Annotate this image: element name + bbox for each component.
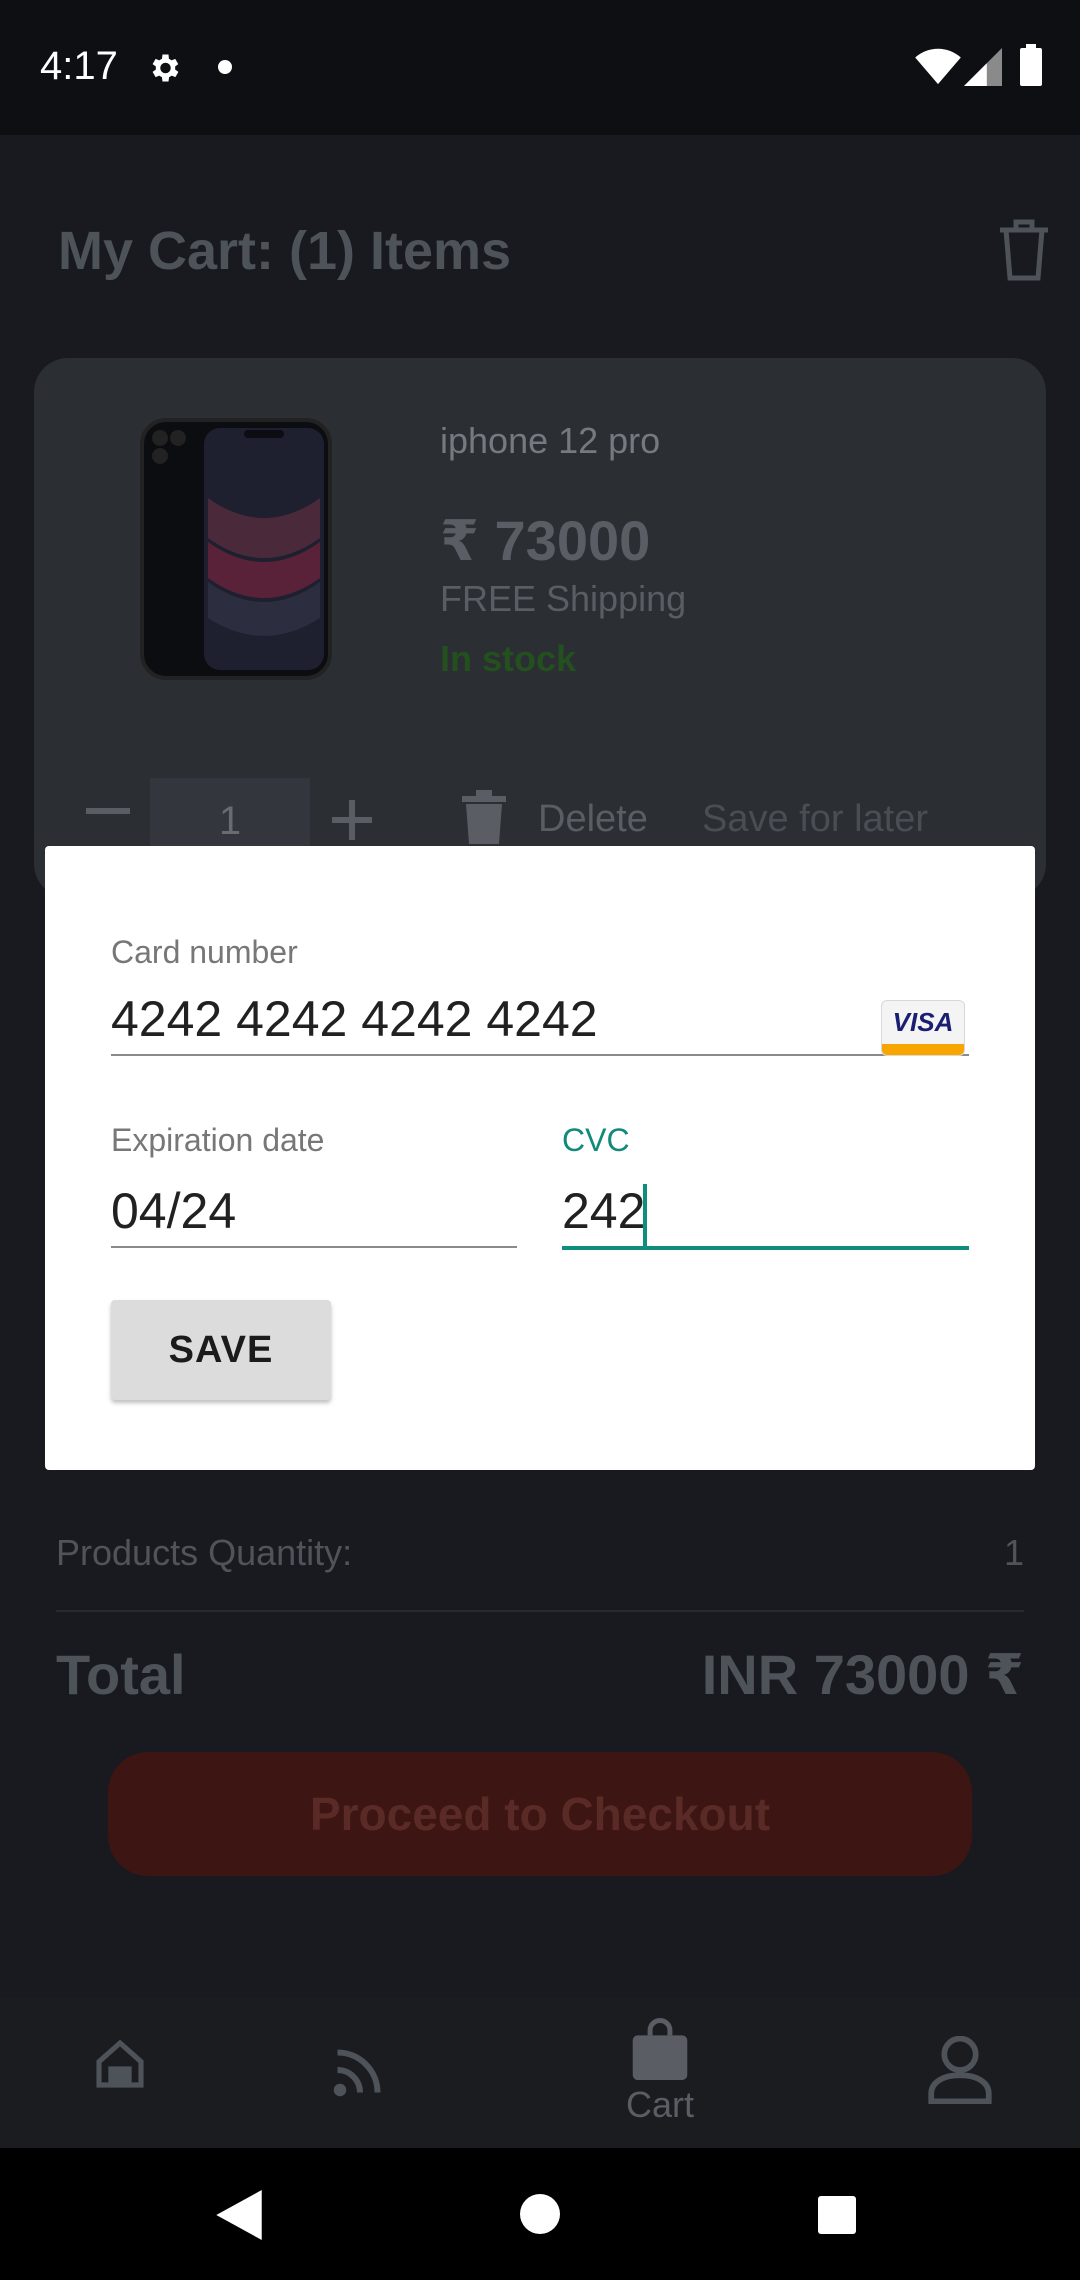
battery-icon [1020, 44, 1042, 86]
proceed-to-checkout-button[interactable]: Proceed to Checkout [108, 1752, 972, 1876]
clear-cart-trash-icon[interactable] [996, 218, 1052, 282]
products-quantity-value: 1 [1003, 1532, 1024, 1573]
page-title: My Cart: (1) Items [58, 221, 512, 281]
delete-trash-icon[interactable] [462, 790, 506, 844]
cart-screen: 4:17 My Cart: (1) Items iphone 12 pro ₹ … [0, 0, 1080, 2280]
status-time: 4:17 [40, 44, 118, 88]
nav-cart-label[interactable]: Cart [600, 2084, 720, 2126]
product-name[interactable]: iphone 12 pro [440, 420, 660, 462]
expiration-date-label: Expiration date [111, 1122, 325, 1158]
card-number-field[interactable] [111, 984, 969, 1056]
notification-dot-icon [218, 60, 232, 74]
home-circle-icon[interactable] [520, 2194, 560, 2234]
product-price: ₹ 73000 [440, 509, 651, 572]
card-entry-dialog: Card number VISA Expiration date CVC SAV… [45, 846, 1035, 1470]
delete-button[interactable]: Delete [538, 798, 648, 841]
bottom-navigation [0, 1998, 1080, 2148]
home-icon[interactable] [92, 2036, 148, 2092]
recent-apps-icon[interactable] [818, 2196, 856, 2234]
wifi-icon [915, 48, 961, 85]
settings-gear-icon [152, 54, 179, 82]
cart-bag-icon[interactable] [632, 2018, 688, 2080]
product-stock-status: In stock [440, 638, 577, 679]
card-brand-text: VISA [892, 1007, 954, 1037]
total-label: Total [56, 1643, 186, 1706]
feed-icon[interactable] [330, 2040, 390, 2100]
expiration-date-field[interactable] [111, 1176, 517, 1248]
product-shipping: FREE Shipping [440, 578, 687, 619]
total-value: INR 73000 ₹ [701, 1643, 1024, 1706]
cell-signal-icon [964, 48, 1002, 86]
back-icon[interactable] [216, 2190, 262, 2240]
cvc-label: CVC [562, 1122, 630, 1158]
product-image[interactable] [140, 418, 332, 680]
summary-divider [56, 1610, 1024, 1612]
save-for-later-button[interactable]: Save for later [702, 798, 928, 841]
cvc-field[interactable] [562, 1176, 969, 1250]
quantity-decrease-button[interactable] [86, 808, 130, 814]
plus-icon-v [349, 800, 355, 840]
text-cursor [643, 1184, 647, 1246]
visa-card-brand-icon: VISA [881, 1000, 965, 1056]
profile-icon[interactable] [928, 2036, 992, 2104]
visa-stripe [882, 1044, 964, 1055]
status-bar: 4:17 [0, 0, 1080, 135]
card-number-label: Card number [111, 934, 298, 970]
products-quantity-label: Products Quantity: [56, 1532, 353, 1573]
save-button[interactable]: SAVE [111, 1300, 331, 1400]
